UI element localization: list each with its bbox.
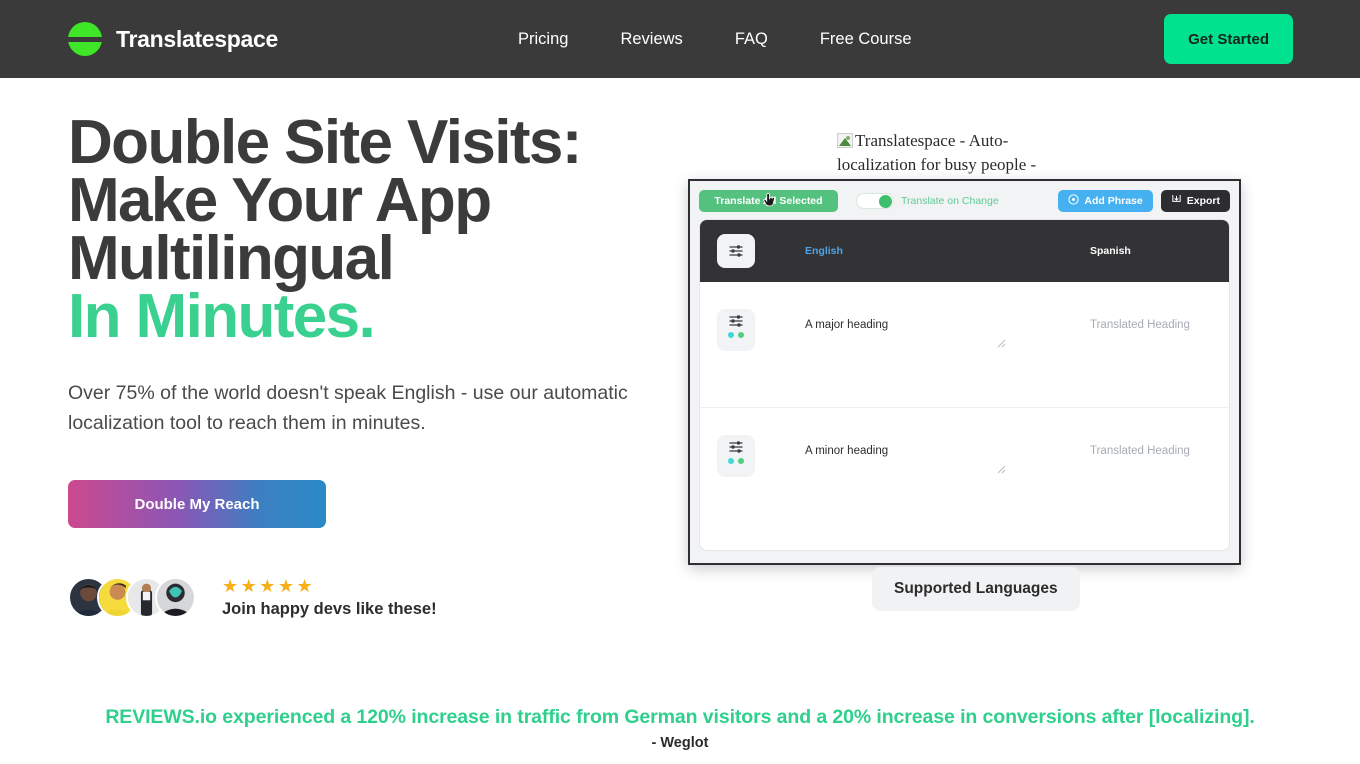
- app-screenshot: Translate All Selected Translate on Chan…: [688, 179, 1241, 565]
- broken-image-icon: [837, 133, 853, 148]
- sliders-icon[interactable]: [717, 234, 755, 268]
- site-header: Translatespace Pricing Reviews FAQ Free …: [0, 0, 1360, 78]
- translate-on-change-control[interactable]: Translate on Change: [856, 193, 999, 209]
- column-header-source-language: English: [805, 245, 843, 257]
- social-proof-caption: Join happy devs like these!: [222, 600, 437, 618]
- source-phrase-field[interactable]: A minor heading: [805, 435, 1006, 474]
- social-proof: ★★★★★ Join happy devs like these!: [68, 576, 688, 619]
- export-label: Export: [1186, 195, 1220, 207]
- status-dots: [728, 332, 744, 338]
- nav-link-free-course[interactable]: Free Course: [820, 30, 912, 49]
- download-icon: [1171, 194, 1182, 208]
- target-phrase-field[interactable]: Translated Heading: [1090, 309, 1229, 331]
- status-dots: [728, 458, 744, 464]
- target-phrase-placeholder: Translated Heading: [1090, 445, 1190, 457]
- export-button[interactable]: Export: [1160, 190, 1230, 212]
- app-phrase-table: English Spanish A major heading Translat…: [699, 219, 1230, 551]
- broken-image-alt-text: Translatespace - Auto-localization for b…: [837, 131, 1037, 174]
- testimonial-author: - Weglot: [651, 735, 709, 751]
- page-title: Double Site Visits: Make Your App Multil…: [68, 112, 688, 351]
- main-nav: Pricing Reviews FAQ Free Course: [518, 30, 912, 49]
- hero-section: Double Site Visits: Make Your App Multil…: [0, 78, 1360, 619]
- social-proof-text: ★★★★★ Join happy devs like these!: [222, 576, 437, 619]
- status-dot-cyan: [728, 458, 734, 464]
- column-header-target-language: Spanish: [1090, 245, 1131, 257]
- testimonial-quote: REVIEWS.io experienced a 120% increase i…: [105, 706, 1255, 728]
- broken-product-image: Translatespace - Auto-localization for b…: [837, 129, 1077, 177]
- nav-link-pricing[interactable]: Pricing: [518, 30, 568, 49]
- table-header-row: English Spanish: [700, 220, 1229, 282]
- target-phrase-field[interactable]: Translated Heading: [1090, 435, 1229, 457]
- testimonial-section: REVIEWS.io experienced a 120% increase i…: [0, 706, 1360, 751]
- hero-right-column: Translatespace - Auto-localization for b…: [688, 78, 1292, 619]
- nav-link-faq[interactable]: FAQ: [735, 30, 768, 49]
- sliders-icon[interactable]: [717, 309, 755, 351]
- source-phrase-value: A major heading: [805, 319, 889, 331]
- get-started-button[interactable]: Get Started: [1164, 14, 1293, 64]
- app-toolbar: Translate All Selected Translate on Chan…: [699, 190, 1230, 212]
- sphere-logo-icon: [67, 22, 103, 56]
- add-phrase-label: Add Phrase: [1084, 195, 1143, 207]
- status-dot-green: [738, 458, 744, 464]
- hero-subtitle: Over 75% of the world doesn't speak Engl…: [68, 382, 628, 434]
- avatar-group: [68, 577, 196, 618]
- source-phrase-value: A minor heading: [805, 445, 889, 457]
- table-row: A minor heading Translated Heading: [700, 408, 1229, 534]
- target-phrase-placeholder: Translated Heading: [1090, 319, 1190, 331]
- hero-left-column: Double Site Visits: Make Your App Multil…: [68, 78, 688, 619]
- avatar-photo-4: [157, 579, 194, 616]
- star-rating: ★★★★★: [222, 576, 316, 596]
- status-dot-green: [738, 332, 744, 338]
- brand-logo-link[interactable]: Translatespace: [67, 22, 279, 56]
- table-row: A major heading Translated Heading: [700, 282, 1229, 408]
- resize-handle-icon[interactable]: [997, 339, 1006, 348]
- translate-on-change-toggle[interactable]: [856, 193, 894, 209]
- translate-all-selected-button[interactable]: Translate All Selected: [699, 190, 838, 212]
- plus-circle-icon: [1068, 194, 1079, 208]
- status-dot-cyan: [728, 332, 734, 338]
- source-phrase-field[interactable]: A major heading: [805, 309, 1006, 348]
- avatar: [155, 577, 196, 618]
- resize-handle-icon[interactable]: [997, 465, 1006, 474]
- hero-title-accent: In Minutes.: [68, 282, 376, 351]
- sliders-icon[interactable]: [717, 435, 755, 477]
- supported-languages-button[interactable]: Supported Languages: [872, 567, 1080, 611]
- brand-name: Translatespace: [116, 25, 279, 52]
- translate-on-change-label: Translate on Change: [901, 195, 999, 207]
- nav-link-reviews[interactable]: Reviews: [620, 30, 682, 49]
- add-phrase-button[interactable]: Add Phrase: [1058, 190, 1153, 212]
- double-my-reach-button[interactable]: Double My Reach: [68, 480, 326, 528]
